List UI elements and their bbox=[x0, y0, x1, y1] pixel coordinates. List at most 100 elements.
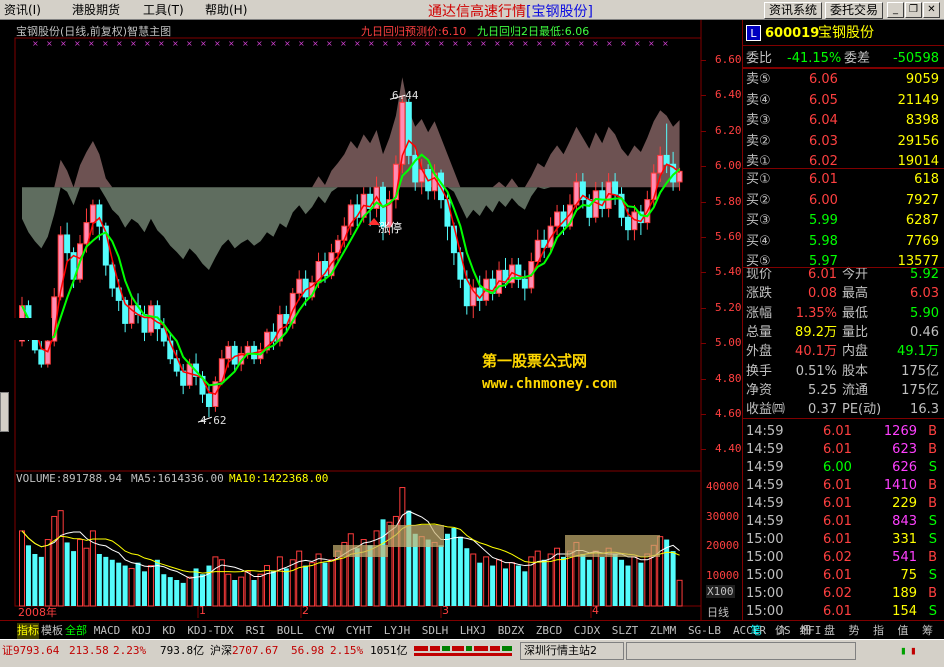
indicator-tab[interactable]: 模板 bbox=[41, 623, 63, 639]
weicha-label: 委差 bbox=[844, 51, 871, 66]
tick-direction: S bbox=[928, 568, 937, 583]
volume-bar bbox=[251, 580, 257, 606]
indicator-tab[interactable]: 全部 bbox=[65, 623, 87, 639]
indicator-tab[interactable]: LYJH bbox=[379, 623, 415, 639]
signal-marker: × bbox=[298, 39, 305, 48]
bid-volume: 6287 bbox=[905, 213, 939, 228]
indicator-tab[interactable]: MACD bbox=[89, 623, 125, 639]
volume-bar bbox=[309, 562, 316, 607]
side-tab[interactable]: 值 bbox=[892, 623, 914, 639]
indicator-tab[interactable]: BDZX bbox=[493, 623, 529, 639]
order-trade-button[interactable]: 委托交易 bbox=[825, 2, 883, 19]
price-tick-label: 4.80 bbox=[715, 371, 742, 385]
bid-row: 买③ 5.99 6287 bbox=[743, 211, 944, 230]
signal-marker: × bbox=[340, 39, 347, 48]
volume-bar bbox=[32, 554, 38, 606]
price-tick-label: 5.40 bbox=[715, 265, 742, 279]
signal-marker: × bbox=[438, 39, 445, 48]
stat-value: 40.1万 bbox=[795, 344, 837, 360]
tick-price: 6.01 bbox=[823, 532, 852, 547]
signal-marker: × bbox=[564, 39, 571, 48]
volume-bar bbox=[135, 562, 141, 606]
volume-bar bbox=[64, 542, 70, 606]
side-tab[interactable]: 价 bbox=[770, 623, 792, 639]
bid-price: 6.00 bbox=[809, 192, 838, 208]
indicator-tab[interactable]: ZLMM bbox=[645, 623, 681, 639]
indicator-tab[interactable]: SLZT bbox=[607, 623, 643, 639]
menu-info[interactable]: 资讯(I) bbox=[4, 2, 41, 18]
side-tab[interactable]: 势 bbox=[843, 623, 865, 639]
indicator-tab[interactable]: CYHT bbox=[341, 623, 377, 639]
side-tab[interactable]: 笔 bbox=[745, 623, 767, 639]
ask-price: 6.05 bbox=[809, 92, 838, 108]
signal-marker: × bbox=[382, 39, 389, 48]
volume-bar bbox=[373, 530, 380, 607]
indicator-tab[interactable]: KD bbox=[158, 623, 180, 639]
left-scroll-handle[interactable] bbox=[0, 392, 9, 432]
volume-zone-block bbox=[388, 525, 444, 547]
indicator-tab[interactable]: KDJ-TDX bbox=[182, 623, 239, 639]
hs-amount: 1051亿 bbox=[370, 644, 408, 657]
signal-marker: × bbox=[326, 39, 333, 48]
minimize-icon[interactable]: _ bbox=[887, 2, 904, 18]
period-label[interactable]: 日线 bbox=[707, 604, 729, 620]
side-tab[interactable]: 筹 bbox=[917, 623, 939, 639]
indicator-tab[interactable]: ZBCD bbox=[531, 623, 567, 639]
indicator-tab[interactable]: CYW bbox=[310, 623, 339, 639]
menu-tools[interactable]: 工具(T) bbox=[143, 2, 184, 18]
volume-bar bbox=[116, 562, 122, 606]
indicator-tab[interactable]: CJDX bbox=[569, 623, 605, 639]
indicator-tab[interactable]: LHXJ bbox=[455, 623, 491, 639]
side-tab[interactable]: 指 bbox=[868, 623, 890, 639]
sh-change: 213.58 bbox=[69, 644, 109, 657]
tick-direction: B bbox=[928, 496, 937, 511]
server-status[interactable]: 深圳行情主站2 bbox=[520, 642, 624, 660]
candle-body bbox=[612, 181, 619, 195]
tick-price: 6.01 bbox=[823, 604, 852, 619]
side-tab[interactable]: 细 bbox=[794, 623, 816, 639]
menu-help[interactable]: 帮助(H) bbox=[205, 2, 247, 18]
volume-bar bbox=[619, 559, 625, 606]
indicator-tab[interactable]: BOLL bbox=[272, 623, 308, 639]
kline-chart-area[interactable]: × × × × × × × × × × × × × × × × × × × × × × × × × × × × × × × × × × × × × × × ×… bbox=[0, 20, 742, 620]
price-tick-label: 6.40 bbox=[715, 88, 742, 102]
indicator-tab[interactable]: SDLH bbox=[417, 623, 453, 639]
price-tick-label: 6.00 bbox=[715, 159, 742, 173]
tick-time: 15:00 bbox=[746, 604, 784, 619]
trough-label: 4.62 bbox=[200, 414, 227, 427]
stat-label: 换手 bbox=[746, 363, 773, 379]
restore-icon[interactable]: ❐ bbox=[905, 2, 922, 18]
volume-bar bbox=[322, 562, 328, 606]
stock-title: L 600019 宝钢股份 bbox=[743, 24, 944, 46]
volume-bar bbox=[457, 536, 463, 606]
menu-hk-futures[interactable]: 港股期货 bbox=[72, 2, 120, 18]
volume-bar bbox=[676, 579, 683, 607]
indicator-tab[interactable]: RSI bbox=[241, 623, 270, 639]
indicator-tab[interactable]: SG-LB bbox=[683, 623, 726, 639]
stock-name: 宝钢股份 bbox=[818, 25, 874, 41]
volume-bar bbox=[541, 559, 547, 606]
price-tick bbox=[701, 414, 706, 415]
bid-volume: 7927 bbox=[905, 192, 939, 208]
watermark-url: www.chnmoney.com bbox=[482, 376, 617, 392]
bid-price: 5.99 bbox=[809, 213, 838, 228]
volume-bar bbox=[218, 559, 225, 607]
tick-direction: B bbox=[928, 550, 937, 565]
tick-price: 6.01 bbox=[823, 478, 852, 493]
indicator-tab[interactable]: KDJ bbox=[127, 623, 156, 639]
price-tick bbox=[701, 307, 706, 309]
volume-bar bbox=[96, 554, 102, 606]
candle-body bbox=[205, 393, 212, 407]
price-tick bbox=[701, 60, 706, 61]
side-tab[interactable]: 盘 bbox=[819, 623, 841, 639]
volume-bar bbox=[303, 565, 309, 606]
tick-volume: 1269 bbox=[883, 424, 917, 439]
volume-bar bbox=[612, 554, 618, 606]
time-tick-label: 2008年 bbox=[18, 606, 57, 619]
watermark-title: 第一股票公式网 bbox=[482, 352, 588, 370]
weibi-label: 委比 bbox=[746, 51, 773, 66]
candle-body bbox=[676, 170, 683, 183]
info-system-button[interactable]: 资讯系统 bbox=[764, 2, 822, 19]
indicator-tab[interactable]: 指标 bbox=[17, 623, 39, 639]
close-icon[interactable]: ✕ bbox=[923, 2, 940, 18]
